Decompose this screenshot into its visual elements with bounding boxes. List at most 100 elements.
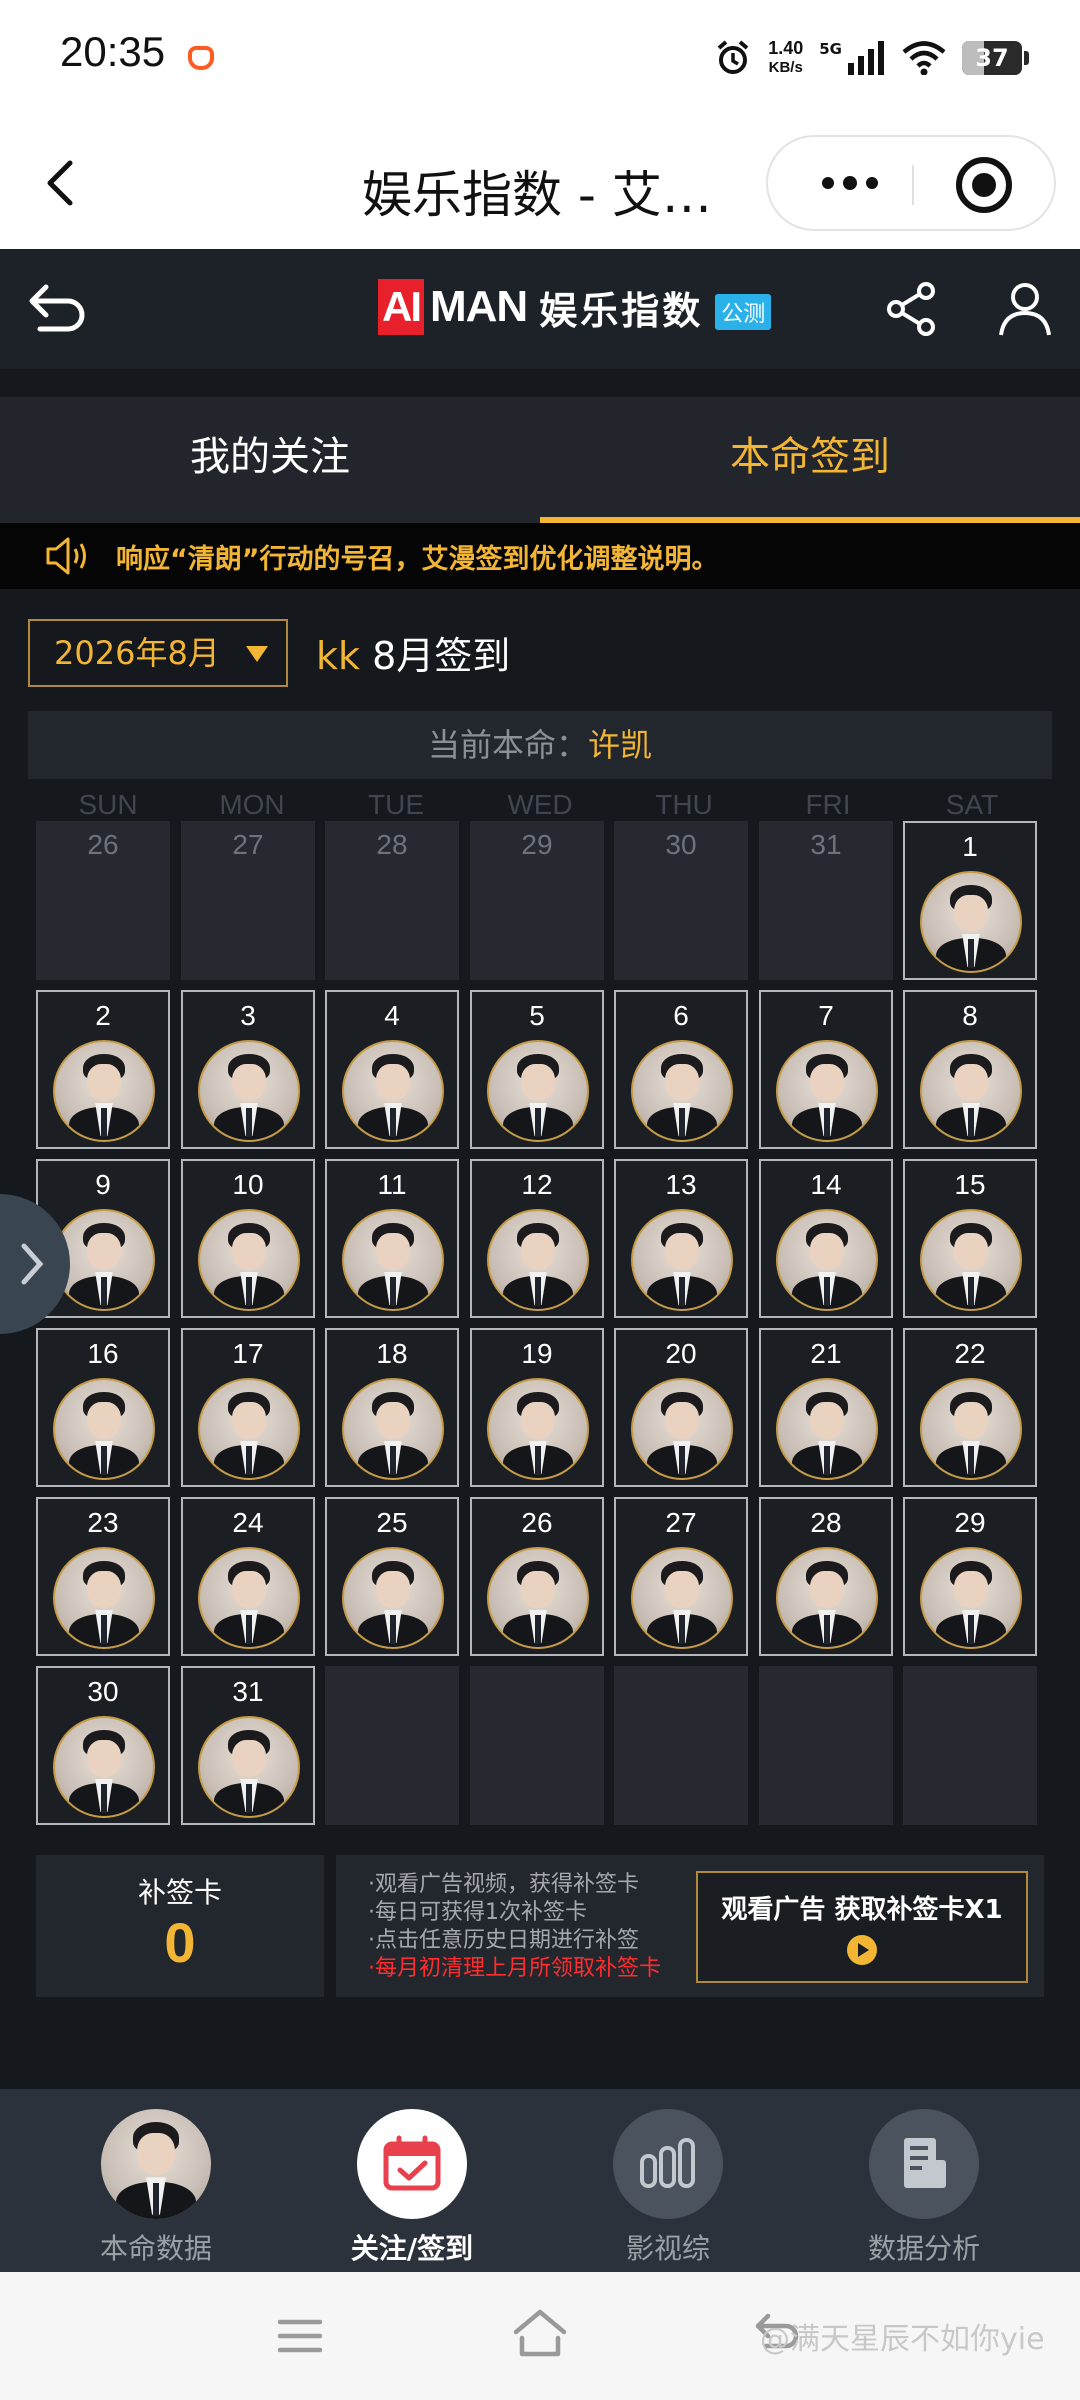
day-number: 14 (810, 1169, 842, 1200)
day-number: 31 (810, 829, 842, 860)
app-header: AI MAN 娱乐指数 公测 (0, 249, 1080, 369)
calendar-day-signed[interactable]: 14 (759, 1159, 893, 1318)
calendar-day-signed[interactable]: 5 (470, 990, 604, 1149)
calendar-day-prev-month: 27 (181, 821, 315, 980)
calendar-day-signed[interactable]: 20 (614, 1328, 748, 1487)
calendar-day-signed[interactable]: 21 (759, 1328, 893, 1487)
current-idol-name: 许凯 (588, 726, 653, 764)
day-number: 27 (665, 1507, 697, 1538)
calendar-day-empty (325, 1666, 459, 1825)
calendar-day-signed[interactable]: 10 (181, 1159, 315, 1318)
calendar-day-signed[interactable]: 15 (903, 1159, 1037, 1318)
tab-idol-checkin[interactable]: 本命签到 (540, 397, 1080, 523)
back-chevron-icon[interactable] (40, 159, 80, 207)
tab-my-follow[interactable]: 我的关注 (0, 397, 540, 523)
day-number: 23 (87, 1507, 119, 1538)
calendar-day-signed[interactable]: 24 (181, 1497, 315, 1656)
idol-avatar-icon (342, 1040, 444, 1142)
idol-avatar-icon (776, 1547, 878, 1649)
idol-avatar-icon (776, 1040, 878, 1142)
close-target-icon[interactable] (956, 157, 1012, 213)
calendar-day-signed[interactable]: 11 (325, 1159, 459, 1318)
day-number: 24 (232, 1507, 264, 1538)
day-number: 11 (377, 1169, 407, 1200)
day-number: 3 (240, 1000, 256, 1031)
status-indicators: 1.40 KB/s 5G 37 (714, 36, 1029, 80)
makeup-card-info: ·观看广告视频，获得补签卡 ·每日可获得1次补签卡 ·点击任意历史日期进行补签 … (336, 1855, 1044, 1997)
calendar-day-signed[interactable]: 25 (325, 1497, 459, 1656)
calendar-day-signed[interactable]: 16 (36, 1328, 170, 1487)
idol-avatar-icon (342, 1547, 444, 1649)
menu-icon[interactable] (276, 2316, 324, 2356)
speaker-icon (46, 537, 86, 575)
capsule-menu (766, 135, 1056, 231)
calendar-day-signed[interactable]: 19 (470, 1328, 604, 1487)
calendar-day-signed[interactable]: 4 (325, 990, 459, 1149)
signal-icon (846, 41, 886, 75)
day-number: 31 (232, 1676, 264, 1707)
watch-ad-button[interactable]: 观看广告 获取补签卡X1 (696, 1871, 1028, 1983)
idol-avatar-icon (198, 1547, 300, 1649)
share-icon[interactable] (884, 281, 940, 337)
nav-film-tv[interactable]: 影视综 (558, 2109, 778, 2267)
idol-avatar-icon (53, 1716, 155, 1818)
idol-avatar-icon (631, 1040, 733, 1142)
idol-avatar-icon (198, 1716, 300, 1818)
home-icon[interactable] (510, 2308, 570, 2360)
nav-data-analysis[interactable]: 数据分析 (814, 2109, 1034, 2267)
day-number: 25 (376, 1507, 408, 1538)
calendar-day-signed[interactable]: 23 (36, 1497, 170, 1656)
calendar-day-signed[interactable]: 27 (614, 1497, 748, 1656)
calendar-day-signed[interactable]: 12 (470, 1159, 604, 1318)
idol-avatar-icon (920, 1209, 1022, 1311)
calendar-day-signed[interactable]: 18 (325, 1328, 459, 1487)
calendar-day-signed[interactable]: 1 (903, 821, 1037, 980)
calendar-day-signed[interactable]: 7 (759, 990, 893, 1149)
user-icon[interactable] (996, 279, 1054, 337)
more-icon[interactable] (808, 163, 892, 203)
bottom-nav: 本命数据 关注/签到 影视综 数据分析 (0, 2089, 1080, 2272)
calendar-day-signed[interactable]: 30 (36, 1666, 170, 1825)
current-idol-label: 当前本命： (427, 726, 588, 764)
username: kk (316, 634, 361, 678)
calendar-day-empty (759, 1666, 893, 1825)
calendar-day-signed[interactable]: 3 (181, 990, 315, 1149)
day-number: 30 (665, 829, 697, 860)
calendar-day-signed[interactable]: 2 (36, 990, 170, 1149)
tab-bar: 我的关注 本命签到 (0, 397, 1080, 523)
idol-avatar-icon (920, 1547, 1022, 1649)
day-number: 28 (810, 1507, 842, 1538)
calendar-day-signed[interactable]: 28 (759, 1497, 893, 1656)
calendar-day-signed[interactable]: 13 (614, 1159, 748, 1318)
day-number: 19 (521, 1338, 553, 1369)
nav-label: 关注/签到 (350, 2232, 474, 2265)
return-icon[interactable] (26, 279, 90, 339)
calendar-day-signed[interactable]: 17 (181, 1328, 315, 1487)
day-number: 5 (529, 1000, 545, 1031)
day-number: 29 (954, 1507, 986, 1538)
calendar-day-signed[interactable]: 22 (903, 1328, 1037, 1487)
network-type: 5G (819, 40, 842, 58)
calendar-day-signed[interactable]: 29 (903, 1497, 1037, 1656)
day-number: 29 (521, 829, 553, 860)
idol-avatar-icon (198, 1378, 300, 1480)
day-number: 13 (665, 1169, 697, 1200)
calendar-day-signed[interactable]: 26 (470, 1497, 604, 1656)
nav-idol-data[interactable]: 本命数据 (46, 2109, 266, 2267)
month-select[interactable]: 2026年8月 (28, 619, 288, 687)
brand-man: MAN (430, 282, 528, 331)
status-bar: 20:35 1.40 KB/s 5G 37 (0, 0, 1080, 115)
idol-avatar-icon (342, 1378, 444, 1480)
day-number: 12 (521, 1169, 553, 1200)
calendar-day-prev-month: 26 (36, 821, 170, 980)
nav-follow-checkin[interactable]: 关注/签到 (302, 2109, 522, 2267)
calendar-checkin-icon (357, 2109, 467, 2219)
day-number: 1 (962, 831, 978, 862)
notice-bar[interactable]: 响应“清朗”行动的号召，艾漫签到优化调整说明。 (0, 523, 1080, 589)
current-idol-bar: 当前本命：许凯 (28, 711, 1052, 779)
calendar-day-signed[interactable]: 6 (614, 990, 748, 1149)
calendar-day-signed[interactable]: 31 (181, 1666, 315, 1825)
day-number: 20 (665, 1338, 697, 1369)
calendar-day-signed[interactable]: 8 (903, 990, 1037, 1149)
makeup-card-value: 0 (164, 1911, 196, 1974)
